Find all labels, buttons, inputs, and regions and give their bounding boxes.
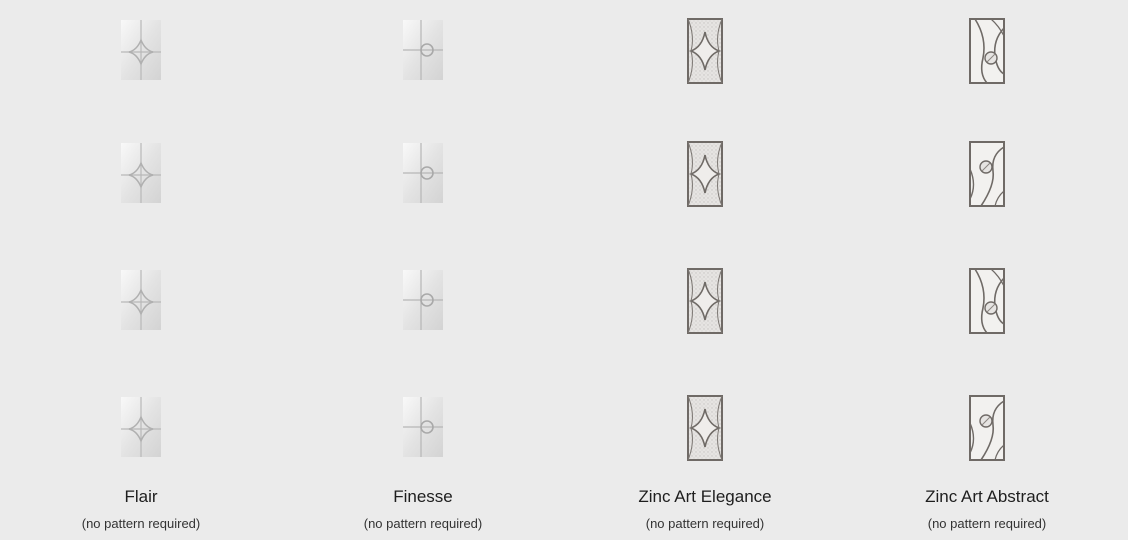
- finesse-glass-icon[interactable]: [401, 268, 445, 332]
- option-note: (no pattern required): [363, 516, 483, 531]
- option-finesse: Finesse (no pattern required): [282, 0, 564, 540]
- finesse-glass-icon[interactable]: [401, 141, 445, 205]
- zinc-art-elegance-glass-icon[interactable]: [687, 141, 723, 207]
- zinc-art-abstract-glass-icon[interactable]: [969, 268, 1005, 334]
- option-name: Finesse: [393, 487, 453, 506]
- zinc-art-elegance-glass-icon[interactable]: [687, 395, 723, 461]
- flair-glass-icon[interactable]: [119, 141, 163, 205]
- flair-glass-icon[interactable]: [119, 395, 163, 459]
- flair-glass-icon[interactable]: [119, 18, 163, 82]
- option-zinc-art-elegance: Zinc Art Elegance (no pattern required): [564, 0, 846, 540]
- option-note: (no pattern required): [645, 516, 765, 531]
- option-note: (no pattern required): [927, 516, 1047, 531]
- glass-options-grid: Flair (no pattern required) Finesse (no …: [0, 0, 1128, 540]
- option-name: Zinc Art Abstract: [925, 487, 1049, 506]
- finesse-glass-icon[interactable]: [401, 18, 445, 82]
- finesse-glass-icon[interactable]: [401, 395, 445, 459]
- zinc-art-elegance-glass-icon[interactable]: [687, 268, 723, 334]
- zinc-art-abstract-glass-icon[interactable]: [969, 141, 1005, 207]
- option-name: Flair: [124, 487, 158, 506]
- option-zinc-art-abstract: Zinc Art Abstract (no pattern required): [846, 0, 1128, 540]
- zinc-art-abstract-glass-icon[interactable]: [969, 395, 1005, 461]
- flair-glass-icon[interactable]: [119, 268, 163, 332]
- option-name: Zinc Art Elegance: [638, 487, 772, 506]
- option-flair: Flair (no pattern required): [0, 0, 282, 540]
- zinc-art-elegance-glass-icon[interactable]: [687, 18, 723, 84]
- option-note: (no pattern required): [81, 516, 201, 531]
- zinc-art-abstract-glass-icon[interactable]: [969, 18, 1005, 84]
